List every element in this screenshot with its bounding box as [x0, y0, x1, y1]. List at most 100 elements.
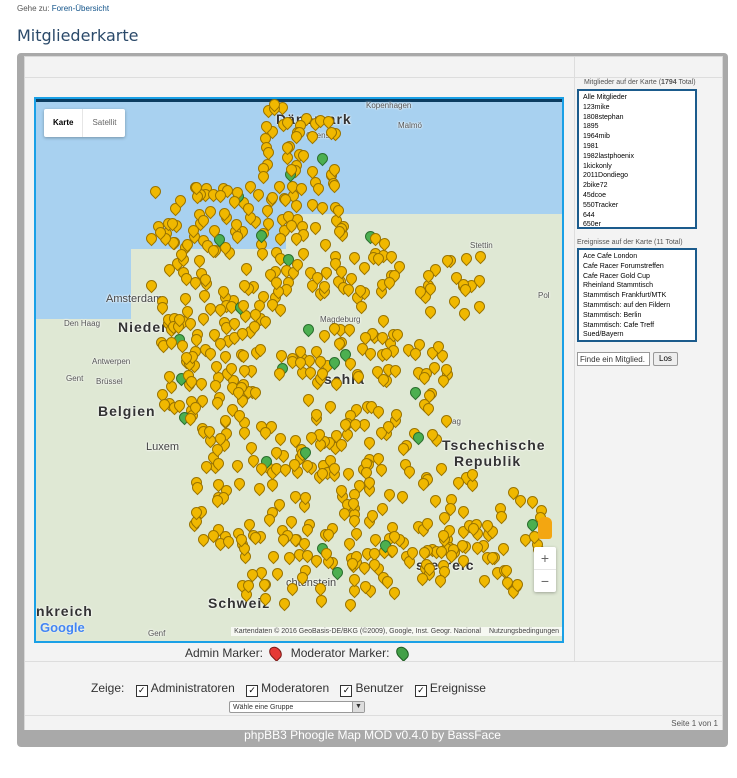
map-marker-icon[interactable] — [341, 321, 358, 338]
map-marker-icon[interactable] — [177, 290, 194, 307]
map-marker-icon[interactable] — [300, 391, 317, 408]
label-bruessel: Brüssel — [96, 377, 123, 386]
map-top-bar — [36, 99, 562, 102]
member-option[interactable]: 2011Dondiego — [583, 171, 691, 181]
map-type-karte[interactable]: Karte — [44, 109, 82, 137]
label-kopenhagen: Kopenhagen — [366, 101, 412, 110]
map-marker-icon[interactable] — [407, 384, 424, 401]
map-marker-icon[interactable] — [476, 572, 493, 589]
street-view-pegman-icon[interactable] — [538, 517, 552, 539]
map-marker-icon[interactable] — [313, 592, 330, 609]
event-option[interactable]: Stammtisch: Berlin — [583, 311, 691, 321]
zoom-out-button[interactable]: − — [534, 570, 556, 592]
map-marker-icon[interactable] — [361, 434, 378, 451]
map-marker-icon[interactable] — [342, 596, 359, 613]
label-gent: Gent — [66, 374, 84, 383]
forum-index-link[interactable]: Foren-Übersicht — [52, 4, 109, 13]
event-option[interactable]: Cafe Racer Forumstreffen — [583, 262, 691, 272]
page-count: Seite 1 von 1 — [671, 719, 718, 728]
map-marker-icon[interactable] — [456, 305, 473, 322]
members-label: Mitglieder auf der Karte (1794 Total) — [584, 79, 696, 86]
footer-credit: phpBB3 Phoogle Map MOD v0.4.0 by BassFac… — [244, 728, 501, 742]
events-listbox[interactable]: Ace Cafe London Cafe Racer Forumstreffen C… — [577, 248, 697, 342]
admin-marker-icon — [267, 643, 285, 662]
map-marker-icon[interactable] — [427, 492, 444, 509]
event-option[interactable]: Stammtisch: Cafe Treff — [583, 321, 691, 331]
member-option[interactable]: Alle Mitglieder — [583, 93, 691, 103]
map-marker-icon[interactable] — [433, 460, 450, 477]
map-marker-icon[interactable] — [229, 457, 246, 474]
member-option[interactable]: 2bike72 — [583, 181, 691, 191]
map-marker-icon[interactable] — [300, 321, 317, 338]
map-marker-icon[interactable] — [238, 260, 255, 277]
map-marker-icon[interactable] — [191, 252, 208, 269]
map-marker-icon[interactable] — [276, 595, 293, 612]
member-option[interactable]: 644 — [583, 211, 691, 221]
search-go-button[interactable]: Los — [653, 351, 678, 366]
filter-events-checkbox[interactable]: ✓ — [414, 685, 427, 697]
map-marker-icon[interactable] — [269, 565, 286, 582]
event-option[interactable]: Stammtisch: auf den Fildern — [583, 301, 691, 311]
member-option[interactable]: 1982lastphoenix — [583, 152, 691, 162]
event-option[interactable]: Cafe Racer Gold Cup — [583, 272, 691, 282]
member-option[interactable]: 1895 — [583, 122, 691, 132]
map-canvas[interactable]: Karte Satellit Kopenhagen Dänemark Malmö… — [34, 97, 564, 643]
map-marker-icon[interactable] — [256, 576, 273, 593]
map-marker-icon[interactable] — [446, 293, 463, 310]
zoom-in-button[interactable]: + — [534, 547, 556, 569]
column-divider — [574, 57, 575, 661]
map-marker-icon[interactable] — [322, 398, 339, 415]
member-option[interactable]: 1964mib — [583, 132, 691, 142]
show-filters: Zeige: ✓ Administratoren ✓ Moderatoren ✓ Be… — [91, 681, 486, 697]
member-option[interactable]: 1981 — [583, 142, 691, 152]
top-strip — [25, 57, 722, 78]
event-option[interactable]: Stammtisch Frankfurt/MTK — [583, 291, 691, 301]
map-marker-icon[interactable] — [231, 475, 248, 492]
event-option[interactable]: Sued/Bayern — [583, 330, 691, 340]
label-amsterdam: Amsterdam — [106, 293, 163, 305]
page-title: Mitgliederkarte — [17, 26, 139, 45]
map-marker-icon[interactable] — [196, 287, 213, 304]
filter-administrators-checkbox[interactable]: ✓ — [135, 685, 148, 697]
member-option[interactable]: 123mike — [583, 103, 691, 113]
members-listbox[interactable]: Alle Mitglieder 123mike 1808stephan 1895 196… — [577, 89, 697, 229]
event-option[interactable]: Rheinland Stammtisch — [583, 281, 691, 291]
filter-administrators-label: Administratoren — [150, 681, 235, 695]
map-marker-icon[interactable] — [340, 465, 357, 482]
map-marker-icon[interactable] — [265, 548, 282, 565]
map-marker-icon[interactable] — [243, 439, 260, 456]
map-marker-icon[interactable] — [307, 219, 324, 236]
map-marker-icon[interactable] — [472, 248, 489, 265]
filter-events-label: Ereignisse — [429, 681, 486, 695]
member-option[interactable]: 1kickonly — [583, 162, 691, 172]
map-marker-icon[interactable] — [251, 480, 268, 497]
map-marker-icon[interactable] — [143, 277, 160, 294]
terms-link[interactable]: Nutzungsbedingungen — [489, 628, 559, 635]
member-option[interactable]: 45dcoe — [583, 191, 691, 201]
member-search-input[interactable]: Finde ein Mitglied. — [577, 351, 650, 366]
member-search: Finde ein Mitglied. Los — [577, 350, 678, 368]
map-marker-icon[interactable] — [455, 503, 472, 520]
map-marker-icon[interactable] — [317, 236, 334, 253]
map-marker-icon[interactable] — [458, 250, 475, 267]
member-option[interactable]: 650er — [583, 220, 691, 227]
group-select[interactable]: Wähle eine Gruppe ▼ — [229, 701, 365, 713]
label-den-haag: Den Haag — [64, 319, 101, 328]
map-marker-icon[interactable] — [375, 312, 392, 329]
map-marker-icon[interactable] — [264, 476, 281, 493]
map-marker-icon[interactable] — [471, 298, 488, 315]
member-option[interactable]: 550Tracker — [583, 201, 691, 211]
filter-moderators-checkbox[interactable]: ✓ — [246, 685, 259, 697]
chevron-down-icon: ▼ — [352, 702, 364, 712]
map-marker-icon[interactable] — [394, 488, 411, 505]
map-marker-icon[interactable] — [381, 486, 398, 503]
map-marker-icon[interactable] — [236, 424, 253, 441]
map-type-satellit[interactable]: Satellit — [82, 109, 125, 137]
event-option[interactable]: Ace Cafe London — [583, 252, 691, 262]
filter-users-checkbox[interactable]: ✓ — [340, 685, 353, 697]
sea-northsea-coast — [36, 249, 131, 319]
member-option[interactable]: 1808stephan — [583, 113, 691, 123]
map-marker-icon[interactable] — [422, 303, 439, 320]
members-label-prefix: Mitglieder auf der Karte ( — [584, 79, 662, 86]
map-marker-icon[interactable] — [272, 430, 289, 447]
